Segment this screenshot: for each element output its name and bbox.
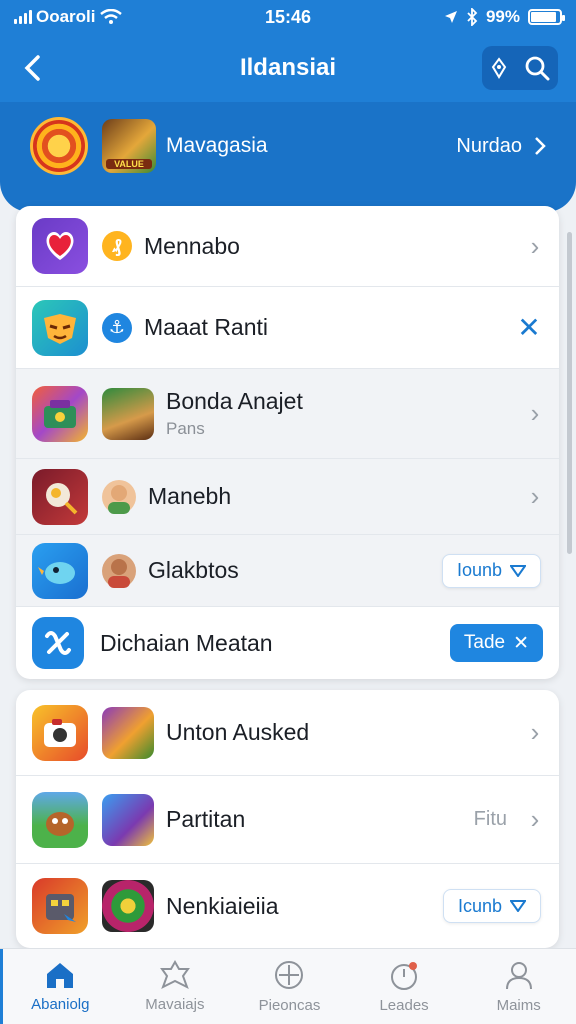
list-item[interactable]: Glakbtos Iounb	[16, 535, 559, 607]
chevron-left-icon	[24, 55, 40, 81]
search-icon[interactable]	[524, 55, 550, 81]
list-item[interactable]: Nenkiaieiia Icunb	[16, 864, 559, 948]
action-pill-button[interactable]: Iounb	[441, 553, 541, 588]
character-avatar	[102, 387, 154, 440]
timer-icon	[391, 962, 418, 990]
app-list-card: ₰ Mennabo › ⚓ Maaat Ranti ✕ Bonda Anajet…	[16, 206, 559, 679]
avatar-tag: VALUE	[106, 159, 152, 169]
cross-app-icon	[32, 617, 84, 669]
page-title: Ildansiai	[239, 54, 337, 81]
person-avatar	[102, 553, 136, 588]
plus-circle-icon	[275, 961, 304, 989]
person-avatar	[102, 479, 136, 514]
trade-button-label: Tade	[463, 632, 506, 653]
list-item[interactable]: ₰ Mennabo ›	[16, 206, 559, 287]
user-icon	[505, 962, 532, 990]
wizard-avatar	[102, 793, 154, 846]
tab-label: Abaniolg	[31, 996, 90, 1013]
tag-app-icon	[32, 468, 88, 525]
app-list-card: Unton Ausked › Partitan Fitu › Nenkiaiei…	[16, 690, 559, 948]
item-title: Maaat Ranti	[144, 314, 269, 340]
item-title: Manebh	[148, 483, 232, 509]
item-meta: Fitu	[473, 808, 507, 830]
profile-avatar[interactable]: VALUE	[102, 119, 156, 173]
badge-icon: ₰	[102, 231, 132, 261]
carrier-name: Ooaroli	[36, 7, 96, 26]
profile-link[interactable]: Nurdao	[456, 135, 546, 158]
item-title: Glakbtos	[148, 557, 239, 583]
trade-button[interactable]: Tade ✕	[449, 624, 543, 662]
toolbox-app-icon	[32, 385, 88, 442]
signal-icon	[14, 10, 32, 24]
star-badge-icon	[159, 960, 190, 990]
chevron-right-icon	[535, 137, 546, 155]
pill-label: Iounb	[456, 560, 502, 580]
tab-leaders[interactable]: Leades	[347, 949, 462, 1024]
wifi-icon	[99, 9, 122, 24]
item-title: Bonda Anajet	[166, 388, 303, 414]
list-item[interactable]: Partitan Fitu ›	[16, 776, 559, 864]
list-item[interactable]: Dichaian Meatan Tade ✕	[16, 607, 559, 679]
tab-profile[interactable]: Maims	[461, 949, 576, 1024]
navigation-bar: Ildansiai	[0, 34, 576, 102]
list-item[interactable]: Bonda Anajet Pans ›	[16, 369, 559, 459]
creature-app-icon	[32, 791, 88, 848]
tab-add[interactable]: Pieoncas	[232, 949, 347, 1024]
item-title: Mennabo	[144, 232, 240, 259]
anchor-icon: ⚓	[102, 312, 132, 343]
game-avatar	[102, 706, 154, 759]
list-item[interactable]: ⚓ Maaat Ranti ✕	[16, 287, 559, 369]
home-icon	[47, 963, 74, 988]
bird-app-icon	[32, 542, 88, 599]
item-title: Dichaian Meatan	[100, 629, 273, 656]
back-button[interactable]	[0, 34, 64, 102]
mask-app-icon	[32, 299, 88, 356]
tab-label: Mavaiajs	[145, 996, 205, 1013]
camera-app-icon	[32, 704, 88, 761]
swirl-avatar	[102, 880, 154, 932]
tab-label: Leades	[379, 997, 429, 1014]
action-pill-button[interactable]: Icunb	[442, 889, 541, 923]
pill-label: Icunb	[457, 895, 502, 916]
chevron-right-icon: ›	[530, 481, 540, 511]
item-subtitle: Pans	[166, 419, 205, 438]
status-bar: Ooaroli 15:46 99%	[0, 0, 576, 34]
heart-app-icon	[32, 218, 88, 274]
chevron-right-icon: ›	[530, 230, 540, 261]
location-arrow-icon	[444, 11, 457, 23]
profile-link-label: Nurdao	[456, 134, 522, 157]
profile-header: VALUE Mavagasia Nurdao	[0, 102, 576, 212]
tab-label: Pieoncas	[258, 997, 321, 1014]
tab-home[interactable]: Abaniolg	[0, 949, 118, 1024]
triangle-down-icon	[510, 564, 526, 577]
close-button[interactable]: ✕	[499, 311, 559, 344]
tab-explore[interactable]: Mavaiajs	[118, 949, 233, 1024]
list-item[interactable]: Manebh ›	[16, 459, 559, 535]
item-title: Partitan	[166, 806, 246, 832]
scrollbar[interactable]	[567, 232, 572, 554]
battery-icon	[528, 9, 565, 25]
item-title: Unton Ausked	[166, 719, 310, 745]
chevron-right-icon: ›	[530, 398, 540, 428]
profile-name: Mavagasia	[166, 134, 268, 157]
tab-label: Maims	[496, 997, 541, 1014]
battery-percent: 99%	[485, 7, 520, 26]
triangle-down-icon	[510, 900, 526, 912]
close-icon: ✕	[513, 632, 529, 654]
list-item[interactable]: Unton Ausked ›	[16, 690, 559, 776]
location-icon[interactable]	[490, 57, 508, 79]
bluetooth-icon	[467, 8, 478, 26]
nav-actions-group	[482, 46, 558, 90]
chevron-right-icon: ›	[530, 804, 540, 834]
tab-bar: Abaniolg Mavaiajs Pieoncas Leades Maims	[0, 948, 576, 1024]
chevron-right-icon: ›	[530, 717, 540, 747]
robot-app-icon	[32, 878, 88, 934]
brand-logo	[30, 117, 88, 175]
item-title: Nenkiaieiia	[166, 892, 279, 919]
clock: 15:46	[264, 6, 312, 27]
